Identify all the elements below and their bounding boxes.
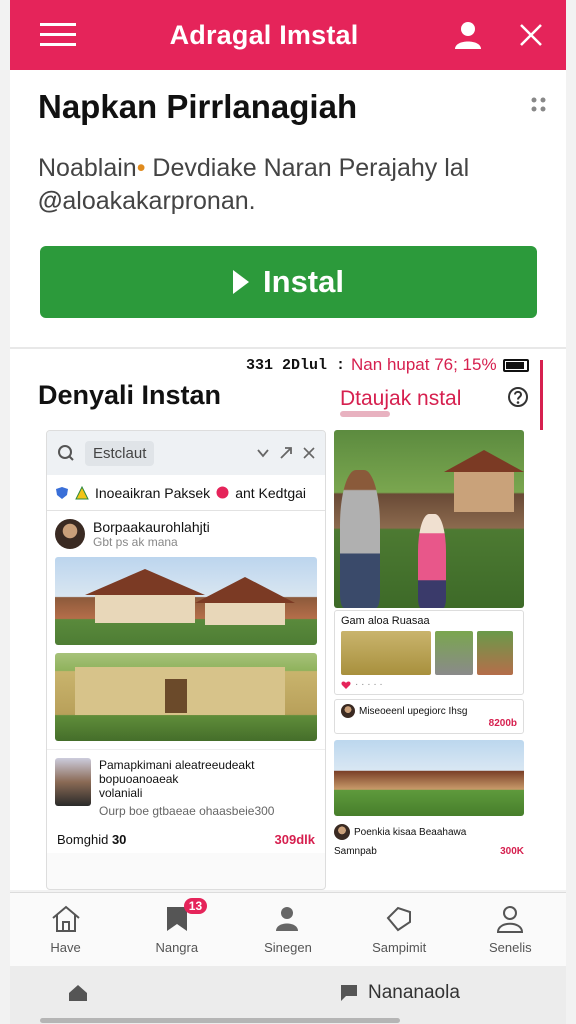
preview-toolbar: Estclaut <box>47 431 325 475</box>
warning-icon <box>75 485 89 499</box>
close-icon[interactable] <box>518 22 544 48</box>
profile-icon <box>497 906 524 933</box>
preview-right-row: Miseoeenl upegiorc Ihsg 8200b <box>334 699 524 734</box>
install-button[interactable]: Instal <box>40 246 537 318</box>
app-screen: Adragal Imstal Napkan Pirrlanagiah Noabl… <box>0 0 576 1024</box>
home-icon[interactable] <box>68 984 88 1007</box>
divider <box>10 347 566 349</box>
post-meta: Gbt ps ak mana <box>93 535 178 549</box>
post-author: Borpaakaurohlahjti <box>93 519 210 535</box>
avatar <box>55 519 85 549</box>
app-description: Noablain• Devdiake Naran Perajahy lal @a… <box>38 154 470 215</box>
preview-screenshot-left[interactable]: Estclaut Inoeaikran Paksek ant Kedtgai B… <box>46 430 326 890</box>
nav-item-senelis[interactable]: Senelis <box>465 904 555 955</box>
share-icon <box>280 447 292 459</box>
chat-icon <box>341 985 357 1001</box>
preview-card: Pamapkimani aleatreeudeakt bopuoanoaeak … <box>47 749 325 826</box>
app-title: Adragal Imstal <box>169 19 359 50</box>
system-bar: Nananaola <box>10 966 566 1024</box>
status-network: Nan hupat 76; 15% <box>351 355 497 374</box>
scroll-indicator <box>540 360 543 430</box>
badge-icon <box>216 486 229 499</box>
nav-item-home[interactable]: Have <box>21 904 111 955</box>
preview-notification: Inoeaikran Paksek ant Kedtgai <box>47 475 325 511</box>
battery-icon <box>502 358 529 372</box>
post-photo-building <box>55 557 317 645</box>
nav-item-sinegen[interactable]: Sinegen <box>243 904 333 955</box>
preview-right-card: Gam aloa Ruasaa · · · · · <box>334 610 524 695</box>
user-add-icon <box>275 907 298 931</box>
page-title: Napkan Pirrlanagiah <box>38 88 358 125</box>
card-thumbnail <box>55 758 91 806</box>
preview-post: Borpaakaurohlahjti Gbt ps ak mana <box>47 511 325 749</box>
heart-icon <box>341 681 351 689</box>
section-link[interactable]: Dtaujak nstal <box>340 387 461 411</box>
preview-screenshot-right[interactable]: Gam aloa Ruasaa · · · · · Miseoeenl upeg… <box>334 430 524 890</box>
app-bar: Adragal Imstal <box>10 0 566 70</box>
home-icon <box>51 905 80 932</box>
grid-dots-icon[interactable] <box>530 96 548 119</box>
chevron-down-icon <box>257 449 269 458</box>
section-title: Denyali Instan <box>38 380 222 410</box>
shield-icon <box>56 486 68 499</box>
nav-item-nangra[interactable]: 13 Nangra <box>132 898 222 955</box>
post-photo-house <box>55 653 317 741</box>
help-icon[interactable] <box>507 386 529 413</box>
close-icon <box>303 447 315 459</box>
section-underline <box>340 411 390 417</box>
user-icon[interactable] <box>452 19 484 51</box>
status-bar: 331 2Dlul : Nan hupat 76; 15% <box>246 355 546 375</box>
nav-item-sampimit[interactable]: Sampimit <box>354 904 444 955</box>
tag-icon <box>386 906 412 932</box>
preview-search: Estclaut <box>85 440 155 466</box>
hamburger-icon[interactable] <box>40 22 76 48</box>
notification-badge: 13 <box>183 898 208 914</box>
avatar <box>334 824 350 840</box>
home-indicator <box>40 1018 400 1023</box>
avatar <box>341 704 355 718</box>
system-message[interactable]: Nananaola <box>340 982 460 1004</box>
play-icon <box>233 270 250 294</box>
photo-house-lawn <box>334 740 524 816</box>
status-time: 331 2Dlul : <box>246 356 346 374</box>
bottom-nav: Have 13 Nangra Sinegen Sampimit Senelis <box>10 892 566 966</box>
preview-footer: Bomghid 30 309dlk <box>47 826 325 853</box>
install-label: Instal <box>263 264 344 299</box>
main-content: Napkan Pirrlanagiah Noablain• Devdiake N… <box>10 70 566 890</box>
photo-people-village <box>334 430 524 608</box>
search-icon <box>58 445 74 461</box>
